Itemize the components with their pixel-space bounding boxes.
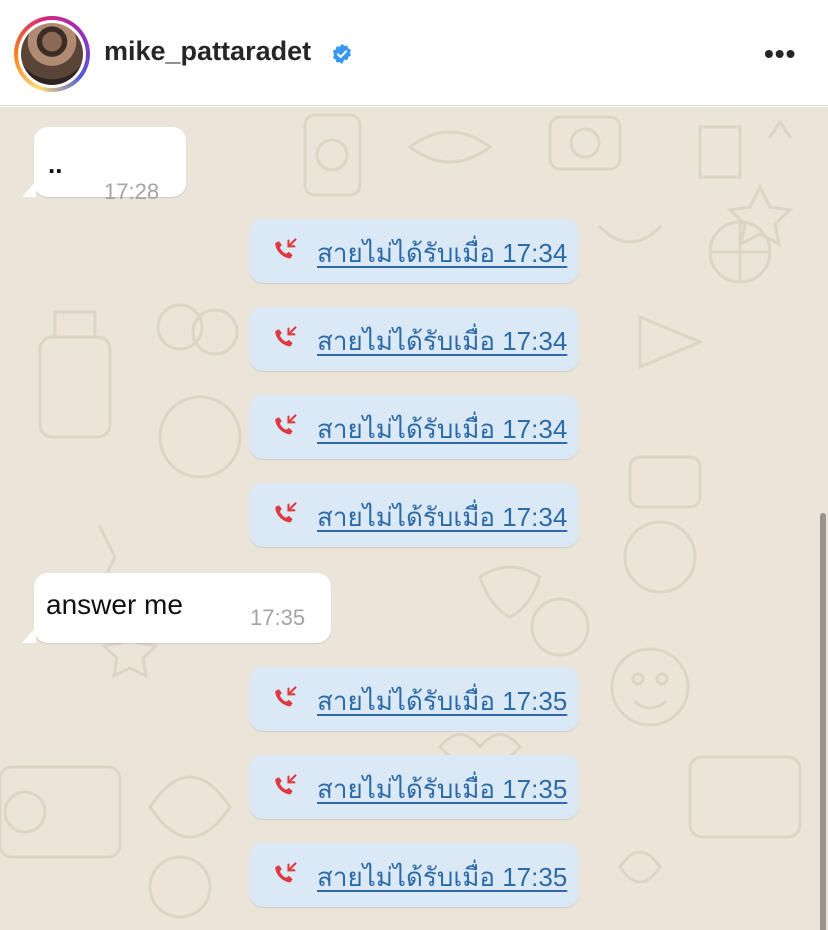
missed-call-label[interactable]: สายไม่ได้รับเมื่อ 17:34 [317,233,567,274]
missed-call-bubble[interactable]: สายไม่ได้รับเมื่อ 17:34 [249,307,579,371]
message-bubble[interactable]: answer me 17:35 [22,573,331,643]
missed-call-bubble[interactable]: สายไม่ได้รับเมื่อ 17:35 [249,755,579,819]
missed-call-label[interactable]: สายไม่ได้รับเมื่อ 17:34 [317,321,567,362]
missed-call-label[interactable]: สายไม่ได้รับเมื่อ 17:34 [317,497,567,538]
missed-call-label[interactable]: สายไม่ได้รับเมื่อ 17:35 [317,769,567,810]
missed-call-icon [275,502,297,523]
missed-call-bubble[interactable]: สายไม่ได้รับเมื่อ 17:34 [249,219,579,283]
missed-call-icon [275,774,297,795]
missed-call-label[interactable]: สายไม่ได้รับเมื่อ 17:35 [317,857,567,898]
message-time: 17:35 [250,605,306,630]
missed-call-bubble[interactable]: สายไม่ได้รับเมื่อ 17:35 [249,667,579,731]
missed-call-icon [275,414,297,435]
more-options-icon[interactable]: ••• [764,38,796,70]
username[interactable]: mike_pattaradet [104,36,311,67]
missed-call-label[interactable]: สายไม่ได้รับเมื่อ 17:35 [317,681,567,722]
message-text: .. [48,149,63,179]
chat-area: .. 17:28 สายไม่ได้รับเมื่อ 17:34 สายไม่ไ… [0,107,828,930]
message-time: 17:28 [104,179,160,204]
post-header: mike_pattaradet ••• [0,0,828,106]
message-bubble[interactable]: .. 17:28 [22,127,186,204]
message-text: answer me [46,589,183,620]
missed-call-icon [275,686,297,707]
scrollbar[interactable] [820,513,826,930]
missed-call-bubble[interactable]: สายไม่ได้รับเมื่อ 17:34 [249,395,579,459]
missed-call-icon [275,326,297,347]
missed-call-bubble[interactable]: สายไม่ได้รับเมื่อ 17:34 [249,483,579,547]
missed-call-icon [275,238,297,259]
avatar[interactable] [14,16,90,92]
missed-call-icon [275,862,297,883]
verified-badge-icon [333,43,351,65]
missed-call-bubble[interactable]: สายไม่ได้รับเมื่อ 17:35 [249,843,579,907]
missed-call-label[interactable]: สายไม่ได้รับเมื่อ 17:34 [317,409,567,450]
